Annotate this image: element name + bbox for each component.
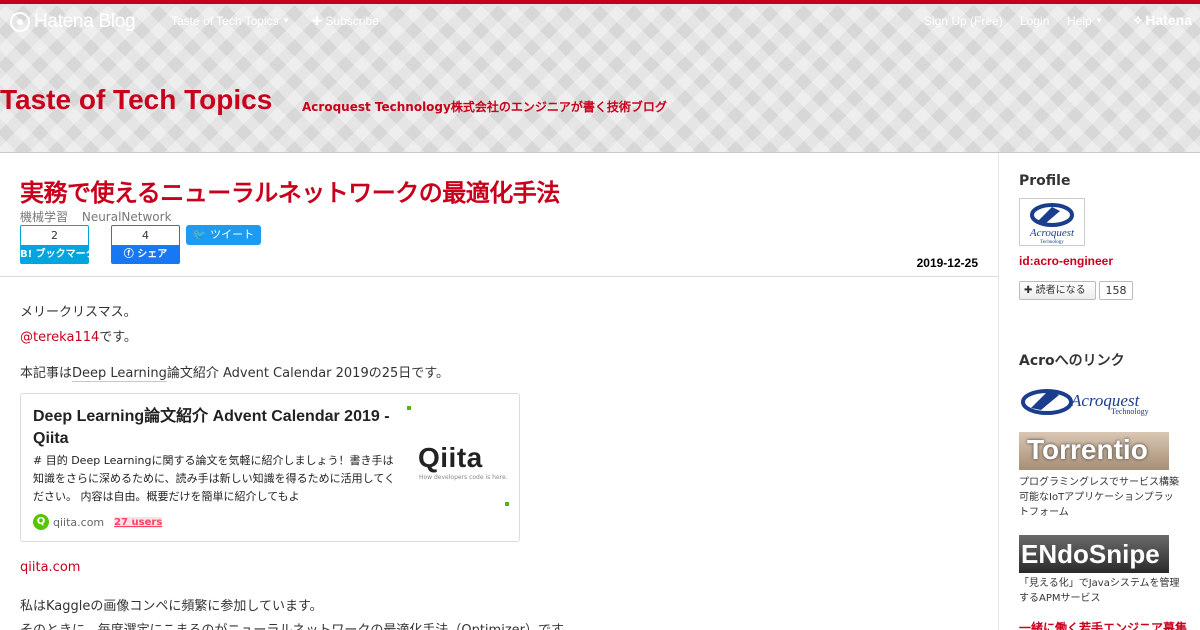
category-link[interactable]: 機械学習 bbox=[20, 210, 68, 224]
hatena-bookmark-icon: B! bbox=[20, 249, 33, 260]
bookmark-label: ブックマーク bbox=[35, 249, 96, 260]
entry-main: 実務で使えるニューラルネットワークの最適化手法 機械学習 NeuralNetwo… bbox=[0, 153, 999, 630]
blog-menu-dropdown[interactable]: Taste of Tech Topics ▼ bbox=[171, 14, 290, 28]
entry-date[interactable]: 2019-12-25 bbox=[917, 256, 978, 270]
intro-prefix: 本記事は bbox=[20, 366, 73, 381]
blog-card-embed[interactable]: Deep Learning論文紹介 Advent Calendar 2019 -… bbox=[20, 393, 520, 542]
hatena-logo-icon bbox=[10, 12, 30, 32]
intro-suffix: 論文紹介 Advent Calendar 2019の25日です。 bbox=[166, 366, 449, 381]
recruit-link[interactable]: 一緒に働く若手エンジニア募集 bbox=[1019, 619, 1187, 630]
intro-line: 本記事はDeep Learning論文紹介 Advent Calendar 20… bbox=[20, 362, 449, 382]
plus-icon: ✚ bbox=[312, 14, 323, 28]
hatena-brand-link[interactable]: ⟡ Hatena bbox=[1134, 12, 1192, 28]
login-link[interactable]: Login bbox=[1020, 14, 1049, 28]
source-line: qiita.com bbox=[20, 560, 80, 575]
hatena-brand-icon: ⟡ bbox=[1133, 12, 1143, 27]
torrentio-banner[interactable]: Torrentio bbox=[1019, 432, 1169, 470]
torrentio-caption: プログラミングレスでサービス構築可能なIoTアプリケーションプラットフォーム bbox=[1019, 477, 1179, 518]
endosnipe-banner-text: ENdoSnipe bbox=[1021, 539, 1160, 569]
signup-link[interactable]: Sign Up (Free) bbox=[924, 14, 1003, 28]
help-menu[interactable]: Help ▼ bbox=[1067, 14, 1103, 28]
author-suffix: です。 bbox=[99, 330, 137, 345]
reader-label: 読者になる bbox=[1035, 285, 1086, 296]
svg-text:Acroquest: Acroquest bbox=[1029, 227, 1075, 239]
endosnipe-caption: 「見える化」でJavaシステムを管理するAPMサービス bbox=[1019, 578, 1180, 604]
greeting-text: メリークリスマス。 bbox=[20, 305, 137, 320]
sidebar: Profile Acroquest Technology id:acro-eng… bbox=[1000, 153, 1200, 630]
qiita-favicon-icon: Q bbox=[33, 514, 49, 530]
twitter-bird-icon: 🐦 bbox=[192, 228, 207, 241]
source-link[interactable]: qiita.com bbox=[20, 560, 80, 575]
embed-thumbnail[interactable]: Qiita How developers code is here. bbox=[407, 406, 509, 506]
facebook-share-button[interactable]: 4 ⓕ シェア bbox=[111, 225, 180, 265]
profile-heading: Profile bbox=[1019, 173, 1071, 189]
links-heading: Acroへのリンク bbox=[1019, 353, 1125, 369]
category-link[interactable]: NeuralNetwork bbox=[82, 210, 172, 224]
caret-down-icon: ▼ bbox=[1095, 16, 1103, 25]
subscribe-reader-button[interactable]: ✚ 読者になる bbox=[1019, 281, 1096, 300]
hatena-brand-text: Hatena bbox=[1145, 12, 1192, 28]
author-line: @tereka114です。 bbox=[20, 326, 137, 345]
embed-title[interactable]: Deep Learning論文紹介 Advent Calendar 2019 -… bbox=[33, 406, 405, 450]
acroquest-avatar-icon: Acroquest Technology bbox=[1029, 203, 1075, 245]
hatena-blog-logo[interactable]: Hatena Blog bbox=[10, 11, 136, 33]
entry-categories: 機械学習 NeuralNetwork bbox=[20, 208, 182, 225]
blog-menu-label: Taste of Tech Topics bbox=[171, 14, 279, 28]
bookmark-bar: B! ブックマーク bbox=[20, 245, 96, 264]
facebook-bar: ⓕ シェア bbox=[111, 245, 180, 264]
acroquest-logo-icon: Acroquest Technology bbox=[1021, 389, 1149, 416]
facebook-label: シェア bbox=[137, 249, 168, 260]
endosnipe-banner[interactable]: ENdoSnipe bbox=[1019, 535, 1169, 573]
thumb-corner bbox=[407, 406, 411, 410]
hatena-bookmark-button[interactable]: 2 B! ブックマーク bbox=[20, 225, 96, 265]
caret-down-icon: ▼ bbox=[281, 16, 290, 25]
entry-title[interactable]: 実務で使えるニューラルネットワークの最適化手法 bbox=[20, 173, 560, 208]
subscribe-label: Subscribe bbox=[325, 14, 379, 28]
torrentio-banner-text: Torrentio bbox=[1027, 434, 1148, 465]
plus-icon: ✚ bbox=[1024, 285, 1033, 296]
profile-avatar[interactable]: Acroquest Technology bbox=[1019, 198, 1085, 246]
acroquest-logo-link[interactable]: Acroquest Technology bbox=[1019, 382, 1171, 424]
tweet-label: ツイート bbox=[210, 228, 255, 241]
embed-description: # 目的 Deep Learningに関する論文を気軽に紹介しましょう！書き手は… bbox=[33, 454, 396, 503]
embed-domain: qiita.com bbox=[53, 515, 105, 529]
hatena-global-bar: Hatena Blog Taste of Tech Topics ▼ ✚ Sub… bbox=[0, 4, 1200, 40]
bookmark-count: 2 bbox=[20, 225, 89, 245]
tweet-button[interactable]: 🐦 ツイート bbox=[186, 225, 261, 245]
qiita-tagline: How developers code is here. bbox=[419, 474, 508, 481]
author-link[interactable]: @tereka114 bbox=[20, 330, 99, 345]
thumb-corner bbox=[505, 502, 509, 506]
qiita-logo-text: Qiita bbox=[418, 442, 483, 473]
facebook-count: 4 bbox=[111, 225, 180, 245]
profile-id-link[interactable]: id:acro-engineer bbox=[1019, 254, 1113, 268]
subscribe-button[interactable]: ✚ Subscribe bbox=[312, 14, 379, 28]
svg-text:Technology: Technology bbox=[1040, 240, 1064, 245]
keyword-link[interactable]: Deep Learning bbox=[72, 366, 167, 382]
blog-title[interactable]: Taste of Tech Topics bbox=[0, 84, 272, 116]
bookmark-users-link[interactable]: 27 users bbox=[114, 516, 163, 528]
optimizer-text: そのときに、毎度選定にこまるのがニューラルネットワークの最適化手法（Optimi… bbox=[20, 619, 576, 630]
help-label: Help bbox=[1067, 14, 1092, 28]
entry-header-divider bbox=[0, 276, 999, 277]
reader-count[interactable]: 158 bbox=[1099, 281, 1133, 300]
hatena-blog-logo-text: Hatena Blog bbox=[34, 11, 136, 32]
embed-footer: Q qiita.com 27 users bbox=[33, 514, 163, 530]
facebook-icon: ⓕ bbox=[123, 249, 134, 260]
svg-text:Technology: Technology bbox=[1111, 407, 1149, 416]
blog-description: Acroquest Technology株式会社のエンジニアが書く技術ブログ bbox=[302, 100, 667, 114]
kaggle-text: 私はKaggleの画像コンペに頻繁に参加しています。 bbox=[20, 599, 323, 614]
